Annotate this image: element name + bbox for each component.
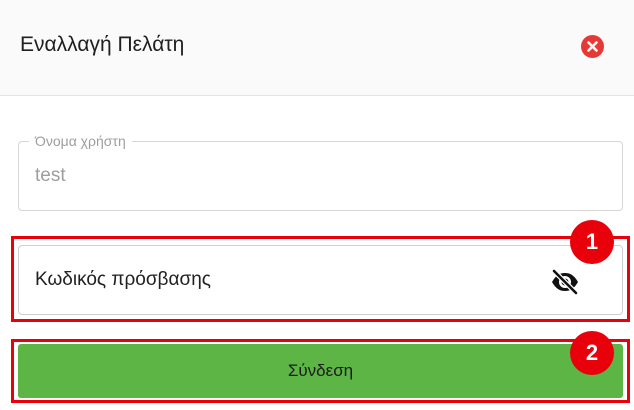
annotation-highlight-1: [11, 236, 630, 322]
close-button[interactable]: [581, 35, 604, 58]
dialog-header: Εναλλαγή Πελάτη: [0, 0, 634, 96]
dialog-title: Εναλλαγή Πελάτη: [20, 33, 185, 56]
close-icon: [587, 41, 598, 52]
username-field[interactable]: Όνομα χρήστη test: [18, 133, 623, 211]
annotation-highlight-2: [11, 339, 630, 403]
annotation-marker-2: 2: [570, 331, 614, 375]
username-value: test: [35, 165, 66, 186]
username-label: Όνομα χρήστη: [29, 133, 132, 149]
annotation-marker-1: 1: [570, 220, 614, 264]
